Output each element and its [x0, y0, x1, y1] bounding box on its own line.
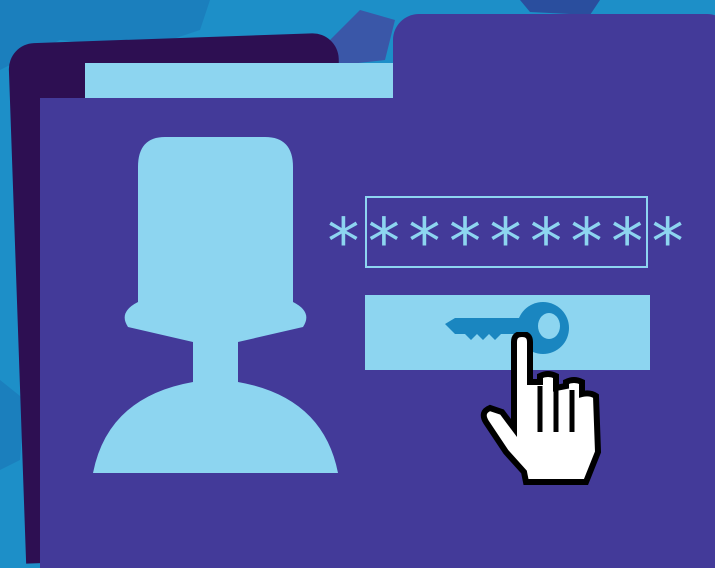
password-field[interactable]: *********: [324, 196, 687, 275]
user-avatar-icon: [93, 137, 338, 473]
hand-pointer-cursor-icon: [480, 332, 602, 485]
